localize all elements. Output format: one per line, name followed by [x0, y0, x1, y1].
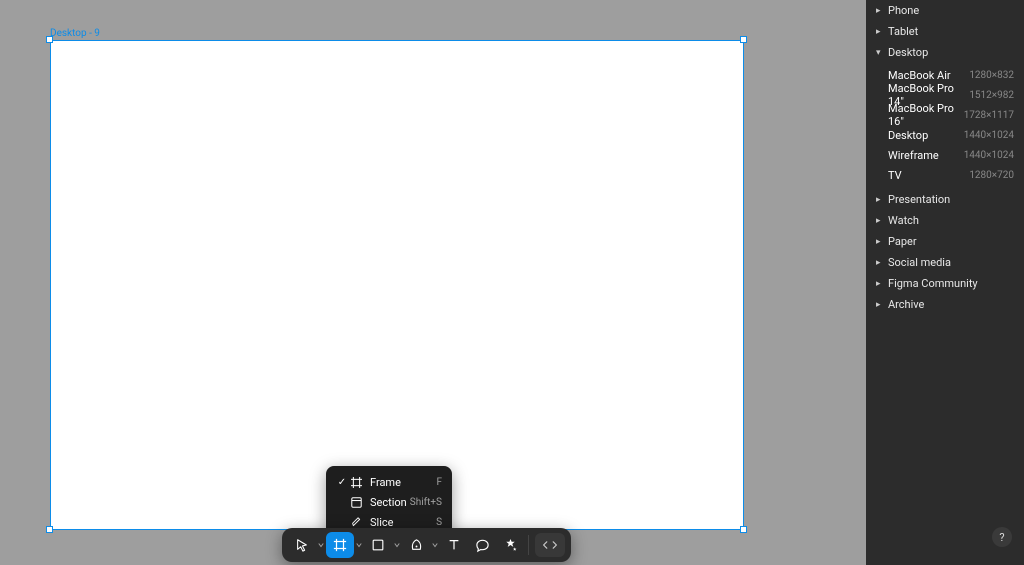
- preset-item-dimensions: 1728×1117: [964, 110, 1014, 121]
- pen-tool[interactable]: [402, 532, 430, 558]
- flyout-item-label: Section: [364, 496, 410, 509]
- chevron-down-icon: ▾: [876, 48, 884, 58]
- preset-category-label: Presentation: [884, 193, 950, 206]
- preset-category-label: Paper: [884, 235, 917, 248]
- preset-item-label: TV: [888, 169, 902, 182]
- frame-tool[interactable]: [326, 532, 354, 558]
- bottom-toolbar: [282, 528, 571, 562]
- preset-category-archive[interactable]: ▸Archive: [866, 294, 1024, 315]
- chevron-right-icon: ▸: [876, 279, 884, 289]
- resize-handle-bottom-right[interactable]: [740, 526, 747, 533]
- preset-category-label: Archive: [884, 298, 924, 311]
- check-icon: ✓: [336, 477, 348, 488]
- preset-category-presentation[interactable]: ▸Presentation: [866, 189, 1024, 210]
- preset-item-label: MacBook Pro 16": [888, 102, 964, 128]
- frame-tool-caret[interactable]: [354, 532, 364, 558]
- preset-item-dimensions: 1440×1024: [964, 150, 1014, 161]
- chevron-right-icon: ▸: [876, 300, 884, 310]
- preset-item-dimensions: 1280×832: [969, 70, 1014, 81]
- preset-category-watch[interactable]: ▸Watch: [866, 210, 1024, 231]
- preset-item[interactable]: Desktop 1440×1024: [866, 125, 1024, 145]
- preset-item-label: Desktop: [888, 129, 928, 142]
- preset-category-label: Watch: [884, 214, 919, 227]
- frame-icon: [348, 477, 364, 488]
- preset-category-tablet[interactable]: ▸Tablet: [866, 21, 1024, 42]
- move-tool[interactable]: [288, 532, 316, 558]
- flyout-item-section[interactable]: Section Shift+S: [326, 492, 452, 512]
- flyout-item-label: Slice: [364, 516, 436, 529]
- preset-item-label: MacBook Air: [888, 69, 951, 82]
- chevron-right-icon: ▸: [876, 258, 884, 268]
- move-tool-caret[interactable]: [316, 532, 326, 558]
- preset-item-dimensions: 1440×1024: [964, 130, 1014, 141]
- preset-category-label: Social media: [884, 256, 951, 269]
- preset-category-social-media[interactable]: ▸Social media: [866, 252, 1024, 273]
- preset-category-figma-community[interactable]: ▸Figma Community: [866, 273, 1024, 294]
- preset-category-phone[interactable]: ▸Phone: [866, 0, 1024, 21]
- dev-mode-toggle[interactable]: [535, 533, 565, 557]
- comment-tool[interactable]: [468, 532, 496, 558]
- preset-category-paper[interactable]: ▸Paper: [866, 231, 1024, 252]
- flyout-item-shortcut: Shift+S: [410, 497, 442, 508]
- chevron-right-icon: ▸: [876, 216, 884, 226]
- resize-handle-top-right[interactable]: [740, 36, 747, 43]
- preset-category-desktop[interactable]: ▾Desktop: [866, 42, 1024, 63]
- preset-category-label: Desktop: [884, 46, 928, 59]
- preset-category-label: Figma Community: [884, 277, 978, 290]
- chevron-right-icon: ▸: [876, 195, 884, 205]
- flyout-item-label: Frame: [364, 476, 436, 489]
- preset-category-label: Phone: [884, 4, 919, 17]
- shape-tool[interactable]: [364, 532, 392, 558]
- flyout-item-frame[interactable]: ✓ Frame F: [326, 472, 452, 492]
- frame-presets-panel: ▸Phone▸Tablet▾DesktopMacBook Air1280×832…: [866, 0, 1024, 565]
- actions-tool[interactable]: [496, 532, 524, 558]
- preset-item[interactable]: TV 1280×720: [866, 165, 1024, 185]
- resize-handle-bottom-left[interactable]: [46, 526, 53, 533]
- help-button[interactable]: ?: [992, 527, 1012, 547]
- text-tool[interactable]: [440, 532, 468, 558]
- chevron-right-icon: ▸: [876, 6, 884, 16]
- canvas-area[interactable]: Desktop - 9 ✓ Frame F Section Shift+S: [0, 0, 866, 565]
- chevron-right-icon: ▸: [876, 27, 884, 37]
- preset-category-label: Tablet: [884, 25, 918, 38]
- preset-item[interactable]: MacBook Pro 16"1728×1117: [866, 105, 1024, 125]
- frame-label[interactable]: Desktop - 9: [50, 28, 100, 39]
- resize-handle-top-left[interactable]: [46, 36, 53, 43]
- pen-tool-caret[interactable]: [430, 532, 440, 558]
- shape-tool-caret[interactable]: [392, 532, 402, 558]
- selected-frame[interactable]: [50, 40, 744, 530]
- chevron-right-icon: ▸: [876, 237, 884, 247]
- preset-item-dimensions: 1280×720: [969, 170, 1014, 181]
- section-icon: [348, 497, 364, 508]
- slice-icon: [348, 517, 364, 528]
- toolbar-separator: [528, 535, 529, 555]
- preset-item-label: Wireframe: [888, 149, 939, 162]
- flyout-item-shortcut: F: [436, 477, 442, 488]
- preset-item-dimensions: 1512×982: [969, 90, 1014, 101]
- preset-item[interactable]: Wireframe 1440×1024: [866, 145, 1024, 165]
- flyout-item-shortcut: S: [436, 517, 442, 528]
